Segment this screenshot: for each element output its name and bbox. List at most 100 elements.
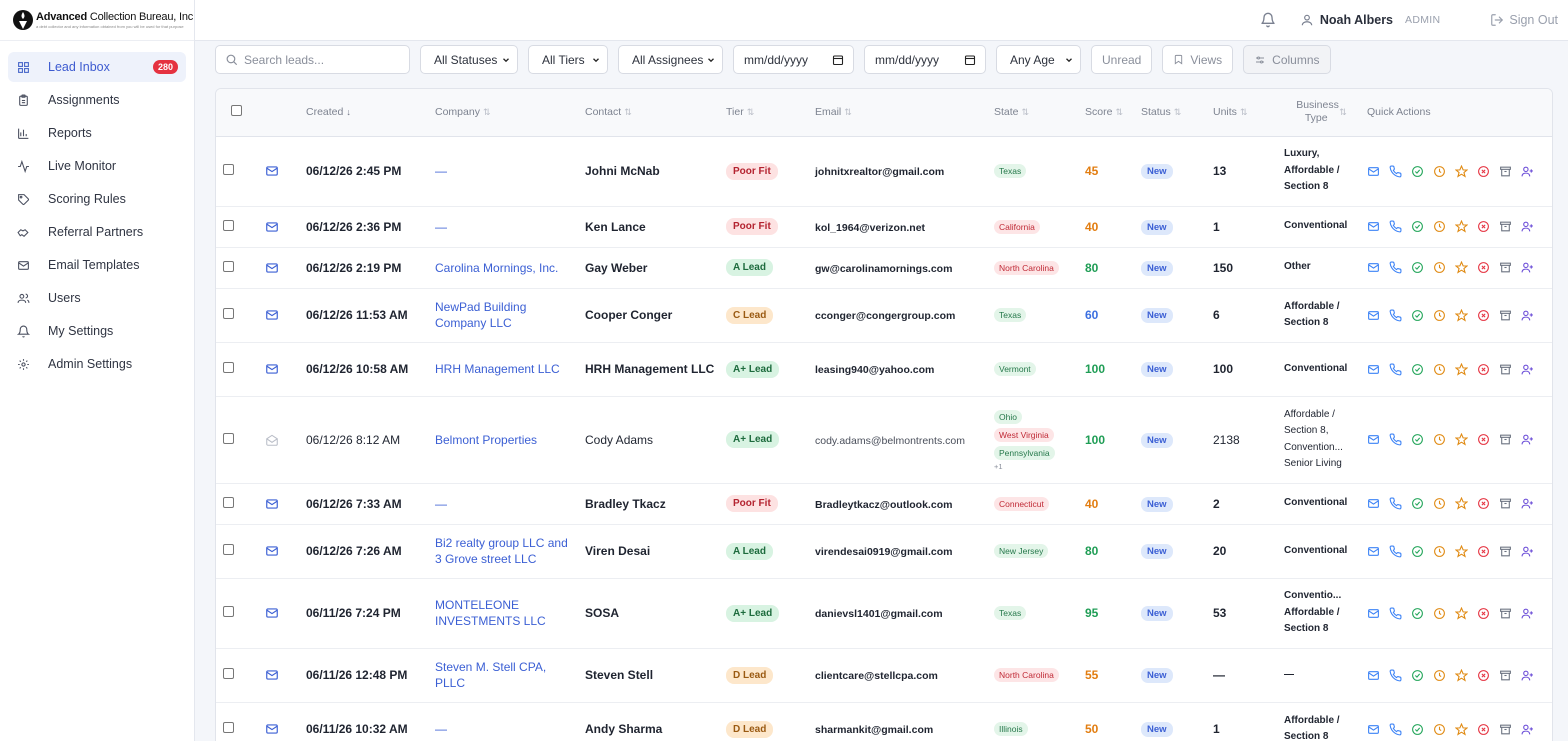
clock-icon[interactable] (1433, 360, 1455, 378)
unread-mail-icon[interactable] (265, 308, 306, 322)
unread-mail-icon[interactable] (265, 544, 306, 558)
row-checkbox[interactable] (223, 219, 234, 231)
mail-icon[interactable] (1367, 666, 1389, 684)
sidebar-item-my-settings[interactable]: My Settings (8, 316, 186, 346)
row-checkbox[interactable] (223, 362, 234, 373)
star-icon[interactable] (1455, 604, 1477, 622)
phone-icon[interactable] (1389, 495, 1411, 513)
star-icon[interactable] (1455, 720, 1477, 738)
archive-icon[interactable] (1499, 542, 1521, 560)
star-icon[interactable] (1455, 218, 1477, 236)
email-cell[interactable]: kol_1964@verizon.net (815, 222, 925, 234)
x-circle-icon[interactable] (1477, 431, 1499, 449)
archive-icon[interactable] (1499, 495, 1521, 513)
user-plus-icon[interactable] (1521, 604, 1543, 622)
row-checkbox[interactable] (223, 164, 234, 175)
brand[interactable]: Advanced Collection Bureau, Inc a debt c… (0, 0, 194, 41)
user-plus-icon[interactable] (1521, 666, 1543, 684)
x-circle-icon[interactable] (1477, 604, 1499, 622)
views-button[interactable]: Views (1162, 45, 1234, 74)
table-row[interactable]: 06/11/26 10:32 AM — Andy Sharma D Lead sharm… (216, 702, 1552, 741)
unread-mail-icon[interactable] (265, 606, 306, 620)
table-row[interactable]: 06/11/26 7:24 PM MONTELEONE INVESTMENTS L… (216, 578, 1552, 649)
columns-button[interactable]: Columns (1243, 45, 1331, 74)
clock-icon[interactable] (1433, 431, 1455, 449)
sidebar-item-admin-settings[interactable]: Admin Settings (8, 349, 186, 379)
phone-icon[interactable] (1389, 218, 1411, 236)
sidebar-item-reports[interactable]: Reports (8, 118, 186, 148)
notifications-bell-icon[interactable] (1260, 11, 1278, 29)
star-icon[interactable] (1455, 306, 1477, 324)
company-link[interactable]: Carolina Mornings, Inc. (435, 261, 558, 275)
company-link[interactable]: — (435, 220, 447, 234)
tier-filter-select[interactable]: All Tiers (528, 45, 608, 74)
email-cell[interactable]: clientcare@stellcpa.com (815, 670, 938, 682)
check-circle-icon[interactable] (1411, 306, 1433, 324)
archive-icon[interactable] (1499, 360, 1521, 378)
email-cell[interactable]: virendesai0919@gmail.com (815, 546, 952, 558)
user-plus-icon[interactable] (1521, 306, 1543, 324)
star-icon[interactable] (1455, 542, 1477, 560)
clock-icon[interactable] (1433, 495, 1455, 513)
archive-icon[interactable] (1499, 306, 1521, 324)
email-cell[interactable]: johnitxrealtor@gmail.com (815, 166, 944, 178)
check-circle-icon[interactable] (1411, 218, 1433, 236)
unread-mail-icon[interactable] (265, 362, 306, 376)
star-icon[interactable] (1455, 495, 1477, 513)
x-circle-icon[interactable] (1477, 306, 1499, 324)
user-plus-icon[interactable] (1521, 162, 1543, 180)
sidebar-item-assignments[interactable]: Assignments (8, 85, 186, 115)
phone-icon[interactable] (1389, 542, 1411, 560)
company-link[interactable]: — (435, 722, 447, 736)
clock-icon[interactable] (1433, 604, 1455, 622)
row-checkbox[interactable] (223, 722, 234, 733)
sidebar-item-users[interactable]: Users (8, 283, 186, 313)
mail-icon[interactable] (1367, 162, 1389, 180)
table-row[interactable]: 06/12/26 11:53 AM NewPad Building Company… (216, 288, 1552, 343)
x-circle-icon[interactable] (1477, 542, 1499, 560)
phone-icon[interactable] (1389, 360, 1411, 378)
unread-mail-icon[interactable] (265, 220, 306, 234)
sidebar-item-scoring-rules[interactable]: Scoring Rules (8, 184, 186, 214)
select-all-checkbox[interactable] (231, 105, 242, 117)
clock-icon[interactable] (1433, 720, 1455, 738)
table-row[interactable]: 06/12/26 2:45 PM — Johni McNab Poor Fit john… (216, 136, 1552, 207)
company-link[interactable]: Belmont Properties (435, 433, 537, 447)
search-input[interactable] (244, 52, 394, 67)
archive-icon[interactable] (1499, 666, 1521, 684)
company-link[interactable]: Bi2 realty group LLC and 3 Grove street … (435, 536, 568, 566)
table-row[interactable]: 06/12/26 7:33 AM — Bradley Tkacz Poor Fit Br… (216, 483, 1552, 525)
search-box[interactable] (215, 45, 410, 74)
x-circle-icon[interactable] (1477, 218, 1499, 236)
mail-icon[interactable] (1367, 495, 1389, 513)
x-circle-icon[interactable] (1477, 495, 1499, 513)
phone-icon[interactable] (1389, 431, 1411, 449)
read-mail-icon[interactable] (265, 433, 306, 447)
phone-icon[interactable] (1389, 306, 1411, 324)
row-checkbox[interactable] (223, 308, 234, 319)
col-created[interactable]: Created ↓ (306, 89, 435, 137)
clock-icon[interactable] (1433, 306, 1455, 324)
archive-icon[interactable] (1499, 259, 1521, 277)
archive-icon[interactable] (1499, 720, 1521, 738)
user-menu[interactable]: Noah Albers ADMIN (1300, 13, 1441, 27)
mail-icon[interactable] (1367, 306, 1389, 324)
date-from-input[interactable]: mm/dd/yyyy (733, 45, 854, 74)
user-plus-icon[interactable] (1521, 259, 1543, 277)
archive-icon[interactable] (1499, 431, 1521, 449)
email-cell[interactable]: sharmankit@gmail.com (815, 724, 933, 736)
row-checkbox[interactable] (223, 260, 234, 272)
email-cell[interactable]: Bradleytkacz@outlook.com (815, 499, 952, 511)
star-icon[interactable] (1455, 431, 1477, 449)
col-score[interactable]: Score ⇅ (1085, 89, 1141, 137)
check-circle-icon[interactable] (1411, 604, 1433, 622)
row-checkbox[interactable] (223, 496, 234, 508)
check-circle-icon[interactable] (1411, 666, 1433, 684)
more-states-count[interactable]: +1 (994, 462, 1085, 471)
unread-mail-icon[interactable] (265, 261, 306, 275)
calendar-icon[interactable] (832, 54, 844, 66)
sidebar-item-live-monitor[interactable]: Live Monitor (8, 151, 186, 181)
phone-icon[interactable] (1389, 666, 1411, 684)
unread-filter-button[interactable]: Unread (1091, 45, 1153, 74)
col-business-type[interactable]: Business Type ⇅ (1280, 89, 1363, 137)
